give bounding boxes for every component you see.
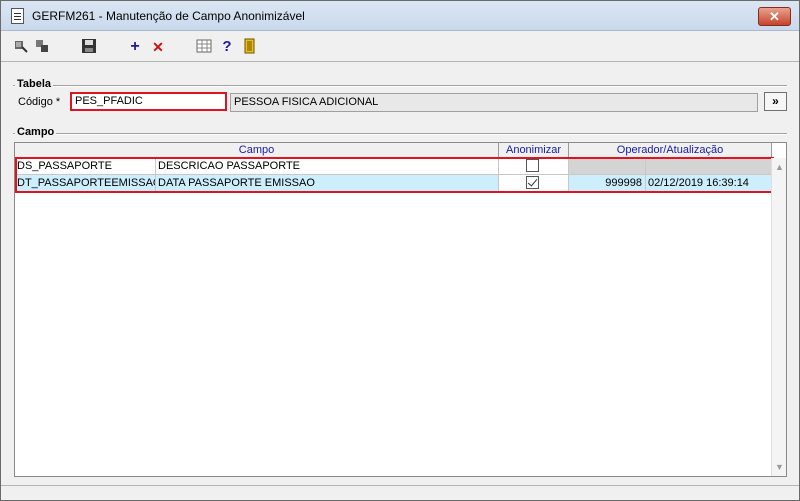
codigo-label: Código *	[18, 96, 61, 108]
scroll-up-icon[interactable]: ▲	[775, 162, 784, 172]
row-atualizacao	[646, 158, 772, 175]
row-descricao[interactable]: DATA PASSAPORTE EMISSAO	[156, 175, 499, 192]
campo-group-line	[13, 133, 787, 135]
delete-icon[interactable]: ✕	[149, 38, 167, 56]
exit-icon[interactable]	[242, 38, 260, 56]
export-icon[interactable]	[34, 38, 52, 56]
lookup-button[interactable]: »	[764, 92, 787, 111]
title-bar[interactable]: GERFM261 - Manutenção de Campo Anonimizá…	[1, 1, 799, 31]
app-window: GERFM261 - Manutenção de Campo Anonimizá…	[0, 0, 800, 501]
header-operador[interactable]: Operador/Atualização	[569, 143, 772, 158]
row-codigo[interactable]: DT_PASSAPORTEEMISSAO	[15, 175, 156, 192]
import-icon[interactable]	[13, 38, 31, 56]
toolbar: + ✕ ?	[1, 32, 799, 62]
campo-grid: Campo Anonimizar Operador/Atualização DS…	[14, 142, 787, 477]
anonimizar-checkbox[interactable]	[526, 159, 539, 172]
codigo-input[interactable]: PES_PFADIC	[70, 92, 227, 111]
row-descricao[interactable]: DESCRICAO PASSAPORTE	[156, 158, 499, 175]
grid-icon[interactable]	[196, 38, 214, 56]
status-bar	[1, 485, 799, 500]
row-operador: 999998	[569, 175, 646, 192]
row-anonimizar-cell[interactable]	[499, 158, 569, 175]
save-icon[interactable]	[81, 38, 99, 56]
tabela-group-line	[13, 85, 787, 87]
scroll-down-icon[interactable]: ▼	[775, 462, 784, 472]
row-operador	[569, 158, 646, 175]
add-icon[interactable]: +	[126, 38, 144, 56]
help-icon[interactable]: ?	[218, 38, 236, 56]
row-codigo[interactable]: DS_PASSAPORTE	[15, 158, 156, 175]
campo-group-label: Campo	[15, 126, 57, 138]
header-anonimizar[interactable]: Anonimizar	[499, 143, 569, 158]
close-button[interactable]: ✕	[758, 7, 791, 26]
vertical-scrollbar[interactable]: ▲ ▼	[771, 158, 786, 476]
descricao-field: PESSOA FISICA ADICIONAL	[230, 93, 758, 112]
tabela-group-label: Tabela	[15, 78, 54, 90]
window-title: GERFM261 - Manutenção de Campo Anonimizá…	[32, 9, 305, 23]
row-atualizacao: 02/12/2019 16:39:14	[646, 175, 772, 192]
header-campo[interactable]: Campo	[15, 143, 499, 158]
document-icon	[11, 8, 24, 24]
row-anonimizar-cell[interactable]	[499, 175, 569, 192]
anonimizar-checkbox[interactable]	[526, 176, 539, 189]
